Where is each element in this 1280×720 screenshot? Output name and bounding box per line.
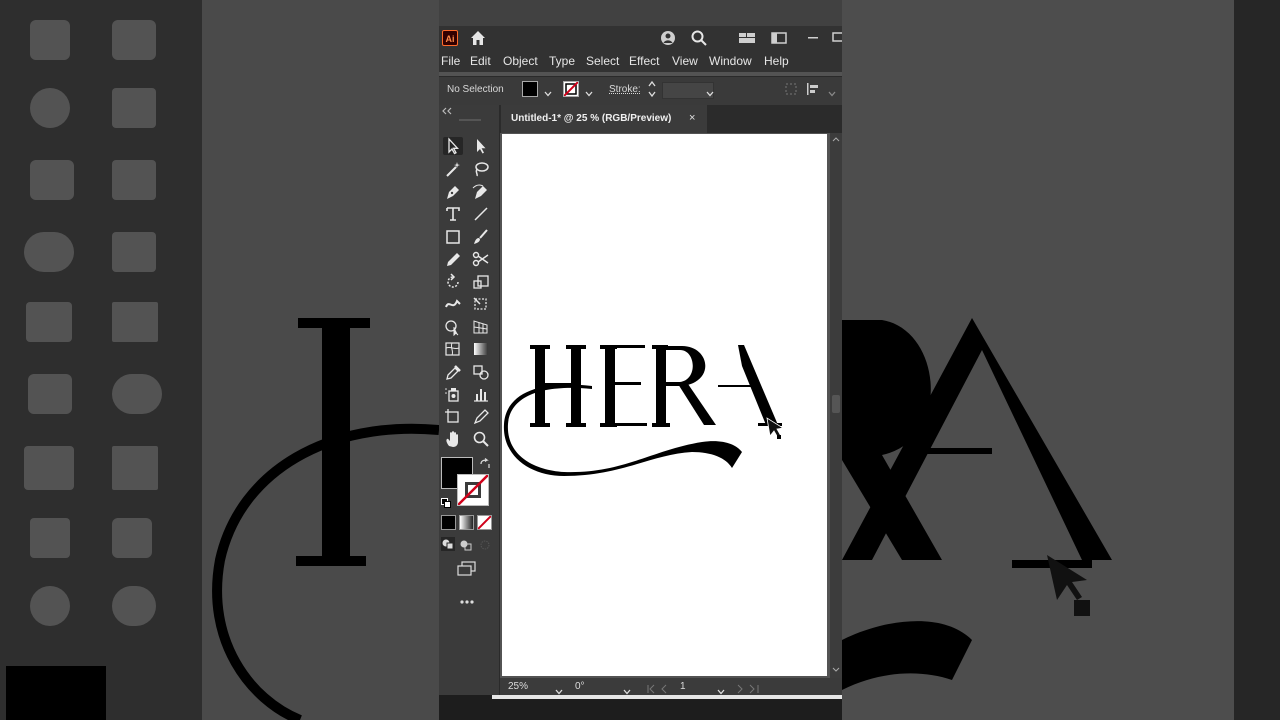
draw-inside-icon[interactable] [479, 538, 491, 556]
draw-normal-icon[interactable] [441, 537, 455, 556]
artboard-number[interactable]: 1 [680, 681, 686, 692]
blend-tool-icon[interactable] [471, 363, 491, 381]
stroke-color-box[interactable] [457, 474, 489, 506]
menu-help[interactable]: Help [764, 54, 789, 68]
menu-file[interactable]: File [441, 54, 460, 68]
stroke-label[interactable]: Stroke: [609, 84, 641, 95]
stroke-weight-chevron-icon[interactable] [706, 85, 714, 97]
menu-view[interactable]: View [672, 54, 698, 68]
tools-panel [439, 105, 500, 700]
lasso-tool-icon[interactable] [471, 160, 491, 178]
stroke-swatch[interactable] [563, 81, 579, 97]
line-segment-tool-icon[interactable] [471, 205, 491, 223]
ghost-highlight [492, 695, 842, 699]
ghost-bottom-bar [439, 695, 842, 720]
selection-status: No Selection [447, 84, 504, 95]
collapse-panel-icon[interactable] [441, 107, 453, 117]
artboard[interactable] [502, 134, 827, 676]
status-bar: 25% 0° 1 [500, 678, 842, 695]
magic-wand-tool-icon[interactable] [443, 160, 463, 178]
gradient-tool-icon[interactable] [471, 340, 491, 358]
rotation-angle[interactable]: 0° [575, 681, 585, 692]
warp-tool-icon[interactable] [443, 295, 463, 313]
paintbrush-tool-icon[interactable] [471, 228, 491, 246]
menu-effect[interactable]: Effect [629, 54, 659, 68]
illustrator-window: Ai File Edit Object Type Select Effect V… [439, 0, 842, 720]
column-graph-tool-icon[interactable] [471, 385, 491, 403]
swap-fill-stroke-icon[interactable] [479, 457, 491, 475]
selection-tool-icon[interactable] [443, 137, 463, 155]
background-ghost-letters [842, 318, 1112, 690]
free-transform-tool-icon[interactable] [471, 295, 491, 313]
menu-select[interactable]: Select [586, 54, 619, 68]
minimize-icon[interactable] [805, 29, 823, 47]
fill-dropdown-chevron-icon[interactable] [544, 85, 552, 97]
distribute-icon[interactable] [805, 81, 823, 99]
zoom-level[interactable]: 25% [508, 681, 528, 692]
stroke-dropdown-chevron-icon[interactable] [585, 85, 593, 97]
menu-window[interactable]: Window [709, 54, 752, 68]
menu-type[interactable]: Type [549, 54, 575, 68]
fill-swatch[interactable] [522, 81, 538, 97]
document-tab-label: Untitled-1* @ 25 % (RGB/Preview) [511, 113, 672, 124]
direct-selection-tool-icon[interactable] [471, 137, 491, 155]
background-blur-left [0, 0, 439, 720]
type-tool-icon[interactable] [443, 205, 463, 223]
ghost-titlebar [439, 0, 842, 26]
share-icon[interactable] [659, 29, 677, 47]
none-mode-button[interactable] [477, 515, 492, 530]
pencil-tool-icon[interactable] [443, 250, 463, 268]
align-icon[interactable] [783, 81, 801, 99]
illustrator-logo: Ai [442, 30, 458, 46]
home-icon[interactable] [469, 29, 487, 47]
vertical-scrollbar[interactable] [830, 133, 842, 678]
background-blur-right [842, 0, 1280, 720]
menu-object[interactable]: Object [503, 54, 538, 68]
edit-toolbar-more-icon[interactable] [459, 592, 475, 610]
document-tab[interactable]: Untitled-1* @ 25 % (RGB/Preview) × [501, 105, 707, 135]
eyedropper-tool-icon[interactable] [443, 363, 463, 381]
draw-behind-icon[interactable] [460, 538, 472, 556]
scissors-tool-icon[interactable] [471, 250, 491, 268]
control-more-chevron-icon[interactable] [828, 85, 836, 97]
zoom-dropdown-chevron-icon[interactable] [555, 683, 563, 695]
slice-tool-icon[interactable] [471, 407, 491, 425]
zoom-tool-icon[interactable] [471, 430, 491, 448]
panel-grip[interactable] [459, 119, 481, 121]
search-icon[interactable] [690, 29, 708, 47]
color-mode-button[interactable] [441, 515, 456, 530]
hand-tool-icon[interactable] [443, 430, 463, 448]
scale-tool-icon[interactable] [471, 273, 491, 291]
change-screen-mode-icon[interactable] [457, 561, 477, 582]
hera-artwork[interactable] [502, 134, 827, 676]
default-fill-stroke-icon[interactable] [441, 495, 451, 513]
artboard-tool-icon[interactable] [443, 407, 463, 425]
symbol-sprayer-tool-icon[interactable] [443, 385, 463, 403]
artboard-dropdown-chevron-icon[interactable] [717, 683, 725, 695]
rotate-tool-icon[interactable] [443, 273, 463, 291]
mesh-tool-icon[interactable] [443, 340, 463, 358]
shape-builder-tool-icon[interactable] [443, 318, 463, 336]
rectangle-tool-icon[interactable] [443, 228, 463, 246]
background-ghost-art [6, 20, 439, 720]
menu-edit[interactable]: Edit [470, 54, 491, 68]
gradient-mode-button[interactable] [459, 515, 474, 530]
pen-tool-icon[interactable] [443, 183, 463, 201]
workspace-icon[interactable] [770, 29, 788, 47]
curvature-tool-icon[interactable] [471, 183, 491, 201]
arrange-documents-icon[interactable] [738, 29, 756, 47]
maximize-icon[interactable] [831, 29, 842, 47]
stroke-weight-stepper-icon[interactable] [648, 80, 656, 98]
close-tab-icon[interactable]: × [689, 112, 695, 124]
rotation-dropdown-chevron-icon[interactable] [623, 683, 631, 695]
perspective-grid-tool-icon[interactable] [471, 318, 491, 336]
